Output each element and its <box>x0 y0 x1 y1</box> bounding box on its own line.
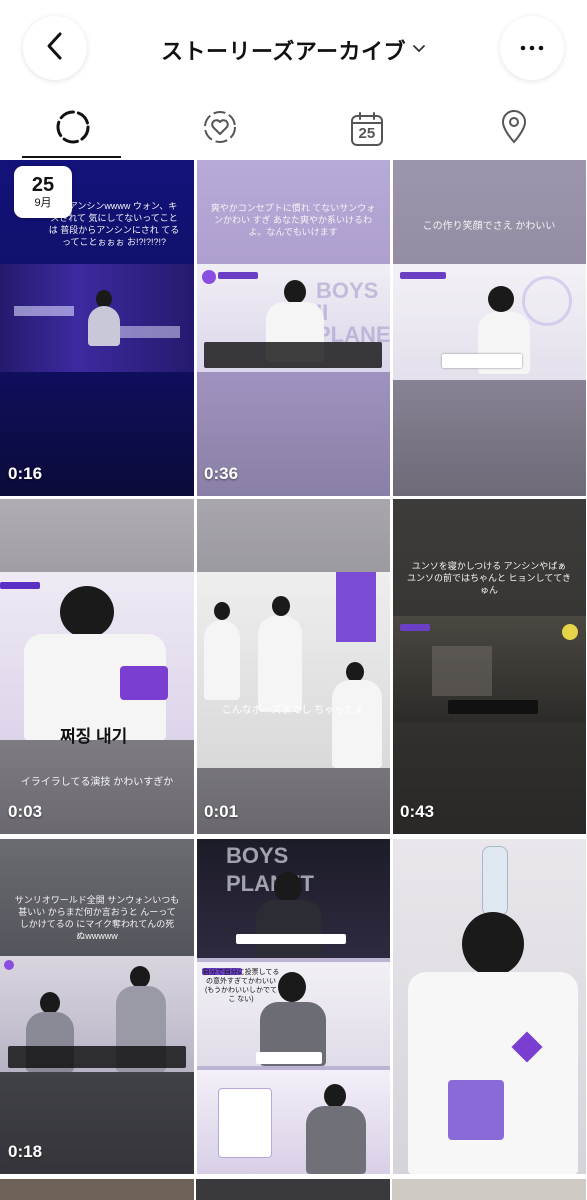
story-frame <box>392 838 586 1174</box>
stories-archive-screen: ストーリーズアーカイブ 25 魔なアンシンwwww ウォン、キスされて 気にして… <box>0 0 587 1200</box>
story-frame <box>196 572 390 768</box>
story-tile[interactable]: 爽やかコンセプトに慣れ てないサンウォンかわい すぎ あなた爽やか系いけるわ よ… <box>196 160 390 496</box>
story-frame <box>392 264 586 380</box>
story-tile[interactable]: サンリオワールド全開 サンウォンいつも甚いい からまだ何か言おうと んーってしか… <box>0 838 194 1174</box>
story-tile[interactable]: こんなポーズまでし ちゃったよ 0:01 <box>196 498 390 834</box>
more-horizontal-icon <box>519 39 545 57</box>
korean-subtitle: 쩌징 내기 <box>60 727 128 746</box>
story-duration: 0:01 <box>204 802 239 821</box>
date-month: 9月 <box>34 197 52 209</box>
story-caption: 爽やかコンセプトに慣れ てないサンウォンかわい すぎ あなた爽やか系いけるわ よ… <box>210 203 376 237</box>
story-tile[interactable] <box>0 1179 194 1200</box>
more-options-button[interactable] <box>500 16 564 80</box>
tab-map[interactable] <box>440 100 587 158</box>
story-duration: 0:16 <box>8 464 43 483</box>
story-duration: 0:03 <box>8 802 43 821</box>
story-duration: 0:36 <box>204 464 239 483</box>
story-tile[interactable]: この作り笑顔でさえ かわいい <box>392 160 586 496</box>
story-caption: イライラしてる演技 かわいすぎか <box>20 777 174 788</box>
story-caption: こんなポーズまでし ちゃったよ <box>221 705 365 716</box>
dashed-circle-icon <box>55 109 91 150</box>
calendar-day-label: 25 <box>358 125 376 142</box>
story-tile[interactable] <box>392 1179 586 1200</box>
story-tile[interactable]: 쩌징 내기 イライラしてる演技 かわいすぎか 0:03 <box>0 498 194 834</box>
story-tile[interactable] <box>196 1179 390 1200</box>
story-caption: サンリオワールド全開 サンウォンいつも甚いい からまだ何か言おうと んーってしか… <box>14 895 180 941</box>
story-frame <box>0 956 194 1072</box>
story-tile[interactable]: ユンソを寝かしつける アンシンやばぁ ユンソの前ではちゃんと ヒョンしててきゅん… <box>392 498 586 834</box>
tab-calendar[interactable]: 25 <box>294 100 441 158</box>
location-pin-icon <box>499 109 529 150</box>
story-tile[interactable]: 魔なアンシンwwww ウォン、キスされて 気にしてないってことは 普段からアンシ… <box>0 160 194 496</box>
story-frame <box>0 572 194 740</box>
header: ストーリーズアーカイブ <box>0 0 587 100</box>
heart-circle-icon <box>202 109 238 150</box>
chevron-down-icon <box>412 41 426 59</box>
tab-stories[interactable] <box>0 100 147 158</box>
story-caption: ユンソを寝かしつける アンシンやばぁ ユンソの前ではちゃんと ヒョンしててきゅん <box>407 561 571 595</box>
story-tile[interactable] <box>392 838 586 1174</box>
story-tile[interactable]: BOYS PLANET 自分で自分に投票してる の意外すぎてかわいい (もうかわ… <box>196 838 390 1174</box>
story-frame <box>0 264 194 372</box>
archive-tabs: 25 <box>0 100 587 158</box>
story-frame <box>196 1070 390 1174</box>
page-title: ストーリーズアーカイブ <box>160 39 407 64</box>
calendar-icon: 25 <box>350 111 384 147</box>
story-caption: 自分で自分に投票してる の意外すぎてかわいい (もうかわいいしかでてこ ない) <box>202 969 280 1003</box>
tab-highlights[interactable] <box>147 100 294 158</box>
story-frame <box>392 616 586 722</box>
story-frame: BOYS II PLANE <box>196 264 390 372</box>
story-duration: 0:43 <box>400 802 435 821</box>
archive-title-dropdown[interactable]: ストーリーズアーカイブ <box>0 34 587 66</box>
story-frame: BOYS PLANET <box>196 838 390 958</box>
date-badge: 25 9月 <box>14 166 72 218</box>
story-caption: この作り笑顔でさえ かわいい <box>422 221 556 232</box>
date-day: 25 <box>31 174 55 196</box>
story-duration: 0:18 <box>8 1142 43 1161</box>
